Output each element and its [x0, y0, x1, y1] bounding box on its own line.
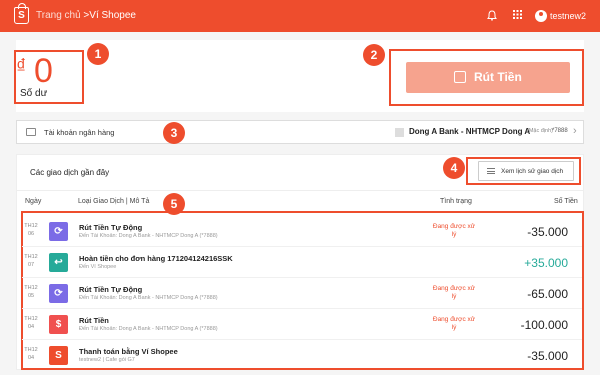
transaction-date: TH12 04 — [24, 347, 38, 361]
transaction-amount: -100.000 — [520, 318, 568, 332]
column-header-status: Tình trạng — [440, 198, 472, 205]
view-history-button[interactable]: Xem lịch sử giao dịch — [478, 161, 574, 181]
transaction-name: Hoàn tiền cho đơn hàng 171204124216SSK — [79, 254, 233, 263]
transaction-amount: -35.000 — [527, 349, 568, 363]
transaction-description: Đến Tài Khoản: Dong A Bank - NHTMCP Dong… — [79, 326, 218, 332]
transaction-status: Đang được xử lý — [432, 223, 476, 238]
balance-label: Số dư — [20, 88, 48, 99]
transaction-status: Đang được xử lý — [432, 316, 476, 331]
withdraw-button-label: Rút Tiền — [474, 70, 522, 84]
balance-amount: 0 — [34, 52, 53, 90]
transaction-description: Đến Tài Khoản: Dong A Bank - NHTMCP Dong… — [79, 233, 218, 239]
transaction-status: Đang được xử lý — [432, 285, 476, 300]
username[interactable]: testnew2 — [550, 11, 586, 21]
breadcrumb-home[interactable]: Trang chủ — [36, 10, 81, 21]
annotation-badge-3: 3 — [163, 122, 185, 144]
bank-name: Dong A Bank - NHTMCP Dong A — [409, 127, 531, 136]
transaction-amount: -65.000 — [527, 287, 568, 301]
withdraw-cycle-icon: ⟳ — [49, 222, 68, 241]
table-row[interactable]: TH12 04 $ Rút Tiền Đến Tài Khoản: Dong A … — [22, 309, 582, 340]
currency-symbol: ₫ — [16, 56, 27, 78]
column-header-type: Loại Giao Dịch | Mô Tả — [78, 198, 150, 205]
table-row[interactable]: TH12 05 ⟳ Rút Tiền Tự Động Đến Tài Khoản:… — [22, 278, 582, 309]
refund-icon: ↩ — [49, 253, 68, 272]
top-header: S Trang chủ >Ví Shopee testnew2 — [0, 0, 600, 32]
list-icon — [487, 168, 495, 174]
annotation-badge-4: 4 — [443, 157, 465, 179]
shopee-bag-icon: S — [49, 346, 68, 365]
transaction-description: Đến Ví Shopee — [79, 264, 117, 270]
transaction-amount: -35.000 — [527, 225, 568, 239]
transaction-date: TH12 07 — [24, 254, 38, 268]
transaction-date: TH12 06 — [24, 223, 38, 237]
money-bag-icon: $ — [49, 315, 68, 334]
withdraw-button[interactable]: Rút Tiền — [406, 62, 570, 93]
transactions-title: Các giao dịch gần đây — [30, 168, 110, 177]
apps-grid-icon[interactable] — [513, 10, 522, 22]
transaction-description: Đến Tài Khoản: Dong A Bank - NHTMCP Dong… — [79, 295, 218, 301]
card-icon — [26, 128, 36, 136]
bank-account-number: *7888 — [552, 128, 568, 134]
column-header-date: Ngày — [25, 198, 42, 205]
table-row[interactable]: TH12 04 S Thanh toán bằng Ví Shopee testn… — [22, 340, 582, 371]
wallet-icon — [454, 71, 466, 83]
annotation-badge-1: 1 — [87, 43, 109, 65]
breadcrumb-current: Ví Shopee — [89, 10, 136, 21]
transaction-name: Rút Tiền Tự Động — [79, 223, 143, 232]
view-history-label: Xem lịch sử giao dịch — [501, 168, 564, 175]
withdraw-cycle-icon: ⟳ — [49, 284, 68, 303]
bank-account-label: Tài khoản ngân hàng — [44, 128, 115, 137]
transaction-name: Rút Tiền — [79, 316, 109, 325]
bank-logo-icon — [395, 128, 404, 137]
bell-icon[interactable] — [487, 10, 497, 24]
transaction-name: Rút Tiền Tự Động — [79, 285, 143, 294]
breadcrumb: Trang chủ >Ví Shopee — [36, 10, 136, 21]
transaction-name: Thanh toán bằng Ví Shopee — [79, 347, 178, 356]
avatar[interactable] — [535, 10, 547, 22]
transaction-description: testnew2 | Cafe gói G7 — [79, 357, 135, 363]
chevron-right-icon[interactable]: › — [573, 125, 577, 137]
divider — [16, 190, 584, 191]
transaction-amount: +35.000 — [524, 256, 568, 270]
table-row[interactable]: TH12 06 ⟳ Rút Tiền Tự Động Đến Tài Khoản:… — [22, 216, 582, 247]
transaction-date: TH12 05 — [24, 285, 38, 299]
column-header-amount: Số Tiền — [554, 198, 578, 205]
transaction-date: TH12 04 — [24, 316, 38, 330]
annotation-badge-2: 2 — [363, 44, 385, 66]
shopee-logo-icon[interactable]: S — [14, 3, 29, 24]
bank-account-row[interactable]: Tài khoản ngân hàng Dong A Bank - NHTMCP… — [16, 120, 584, 144]
breadcrumb-separator: > — [80, 10, 90, 21]
table-row[interactable]: TH12 07 ↩ Hoàn tiền cho đơn hàng 17120412… — [22, 247, 582, 278]
default-tag: (Mặc định) — [527, 128, 553, 134]
